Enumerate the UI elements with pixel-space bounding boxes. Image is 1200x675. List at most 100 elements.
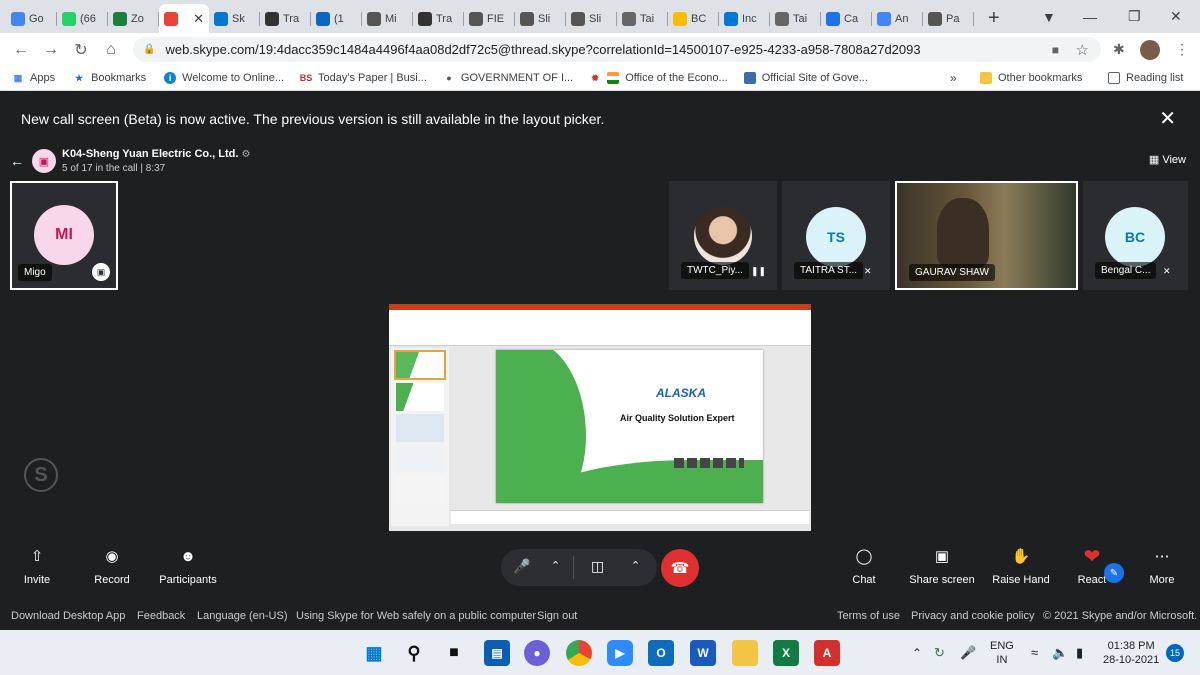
outlook-icon[interactable]: O	[648, 640, 674, 666]
zoom-icon[interactable]: ▶	[607, 640, 633, 666]
battery-icon[interactable]: ▮	[1076, 630, 1083, 675]
browser-tab[interactable]: Sk	[209, 4, 260, 33]
participant-tile[interactable]: TS TAITRA ST... ✕	[782, 181, 890, 290]
browser-tab[interactable]: BC	[668, 4, 719, 33]
browser-tab[interactable]: Inc	[719, 4, 770, 33]
mic-muted-icon[interactable]: 🎤	[513, 558, 530, 575]
browser-tab[interactable]: (1	[311, 4, 362, 33]
new-tab-icon[interactable]: +	[988, 7, 1000, 29]
speaker-muted-icon[interactable]: 🔈	[1052, 630, 1068, 675]
invite-button[interactable]: ⇧ Invite	[22, 548, 52, 586]
participants-button[interactable]: ☻ Participants	[156, 548, 220, 586]
browser-tab[interactable]: Pa	[923, 4, 974, 33]
file-explorer-icon[interactable]	[732, 640, 758, 666]
terms-link[interactable]: Terms of use	[837, 610, 900, 622]
browser-tab[interactable]: Sli	[515, 4, 566, 33]
extensions-icon[interactable]: ✱	[1113, 41, 1125, 58]
browser-tab[interactable]: (66	[57, 4, 108, 33]
download-link[interactable]: Download Desktop App	[11, 610, 125, 622]
browser-tab[interactable]: Tra	[260, 4, 311, 33]
edit-reaction-icon[interactable]: ✎	[1104, 563, 1124, 583]
feedback-link[interactable]: Feedback	[137, 610, 185, 622]
search-icon[interactable]: ⚲	[401, 640, 427, 666]
settings-icon[interactable]: ⚙	[242, 149, 251, 160]
chrome-icon[interactable]	[566, 640, 592, 666]
tray-chevron-icon[interactable]: ⌃	[912, 630, 922, 675]
reading-list[interactable]: Reading list	[1108, 72, 1183, 84]
word-icon[interactable]: W	[690, 640, 716, 666]
mic-tray-icon[interactable]: 🎤	[960, 630, 976, 675]
back-arrow-icon[interactable]: ←	[10, 153, 24, 169]
participant-video-tile[interactable]: GAURAV SHAW	[895, 181, 1078, 290]
bookmark-bookmarks[interactable]: ★ Bookmarks	[73, 72, 146, 84]
url-input[interactable]: 🔒 web.skype.com/19:4dacc359c1484a4496f4a…	[133, 37, 1101, 62]
task-view-icon[interactable]: ■	[441, 640, 467, 666]
home-icon[interactable]: ⌂	[96, 41, 126, 59]
safety-link[interactable]: Using Skype for Web safely on a public c…	[296, 610, 536, 622]
browser-tab[interactable]: Mi	[362, 4, 413, 33]
share-tray-icon[interactable]: ▣	[92, 263, 110, 281]
reload-icon[interactable]: ↻	[66, 40, 96, 60]
more-bookmarks-chevron[interactable]: »	[950, 71, 957, 85]
group-name[interactable]: K04-Sheng Yuan Electric Co., Ltd. ⚙	[62, 148, 250, 160]
sync-icon[interactable]: ↻	[934, 630, 945, 675]
bookmark-apps[interactable]: ▦ Apps	[12, 72, 55, 84]
view-button[interactable]: ▦ View	[1149, 153, 1186, 166]
browser-tab[interactable]: Tra	[413, 4, 464, 33]
acrobat-icon[interactable]: A	[814, 640, 840, 666]
chat-button[interactable]: ◯ Chat	[851, 548, 877, 586]
bookmark-official-site[interactable]: Official Site of Gove...	[743, 72, 868, 84]
clock[interactable]: 01:38 PM 28-10-2021	[1103, 630, 1159, 675]
group-avatar[interactable]: ▣	[32, 149, 56, 173]
language-link[interactable]: Language (en-US)	[197, 610, 288, 622]
participant-tile[interactable]: BC Bengal C... ✕	[1083, 181, 1188, 290]
camera-blocked-icon[interactable]: ■	[1052, 43, 1059, 57]
bookmark-star-icon[interactable]: ☆	[1076, 41, 1089, 59]
notification-badge[interactable]: 15	[1166, 644, 1184, 662]
more-button[interactable]: ⋯ More	[1148, 548, 1176, 586]
wifi-icon[interactable]: ≈	[1031, 630, 1038, 675]
record-button[interactable]: ◉ Record	[92, 548, 132, 586]
mic-options-chevron-icon[interactable]: ⌃	[551, 559, 560, 572]
bookmark-office-econ[interactable]: ✹ Office of the Econo...	[589, 72, 728, 84]
privacy-link[interactable]: Privacy and cookie policy	[911, 610, 1035, 622]
widgets-icon[interactable]: ▤	[484, 640, 510, 666]
browser-tab[interactable]: Zo	[108, 4, 159, 33]
bookmark-welcome[interactable]: i Welcome to Online...	[164, 72, 284, 84]
shared-screen[interactable]: ALASKA Air Quality Solution Expert	[389, 304, 811, 531]
profile-avatar[interactable]	[1140, 39, 1160, 60]
browser-tab[interactable]: An	[872, 4, 923, 33]
video-off-icon[interactable]: ◫	[591, 558, 604, 575]
menu-icon[interactable]: ⋮	[1175, 41, 1189, 58]
tab-search-icon[interactable]: ▼	[1042, 0, 1056, 33]
participant-tile[interactable]: TWTC_Piy... ❚❚	[669, 181, 777, 290]
browser-tab[interactable]: FIE	[464, 4, 515, 33]
signout-link[interactable]: Sign out	[537, 610, 577, 622]
raise-hand-button[interactable]: ✋ Raise Hand	[991, 548, 1051, 586]
browser-tab[interactable]: Sli	[566, 4, 617, 33]
browser-tab[interactable]: Ca	[821, 4, 872, 33]
close-window-icon[interactable]: ✕	[1170, 0, 1182, 33]
browser-tab[interactable]: ✕	[159, 4, 209, 33]
bookmark-government[interactable]: ● GOVERNMENT OF I...	[443, 72, 573, 84]
restore-icon[interactable]: ❐	[1128, 0, 1141, 33]
language-indicator[interactable]: ENG IN	[990, 630, 1014, 675]
browser-tab[interactable]: Tai	[617, 4, 668, 33]
excel-icon[interactable]: X	[773, 640, 799, 666]
other-bookmarks[interactable]: Other bookmarks	[980, 72, 1082, 84]
bookmark-todays-paper[interactable]: BS Today's Paper | Busi...	[300, 72, 427, 84]
hang-up-button[interactable]: ☎	[661, 549, 699, 587]
browser-tab[interactable]: Go	[6, 4, 57, 33]
start-icon[interactable]: ▦	[361, 640, 387, 666]
browser-tab[interactable]: Tai	[770, 4, 821, 33]
close-banner-icon[interactable]: ✕	[1159, 106, 1176, 131]
teams-chat-icon[interactable]: ●	[524, 640, 550, 666]
back-icon[interactable]: ←	[6, 41, 36, 59]
react-button[interactable]: ❤ React	[1076, 547, 1108, 586]
close-tab-icon[interactable]: ✕	[193, 11, 204, 27]
forward-icon[interactable]: →	[36, 41, 66, 59]
minimize-icon[interactable]: —	[1083, 0, 1097, 33]
video-options-chevron-icon[interactable]: ⌃	[631, 559, 640, 572]
self-video-tile[interactable]: MI Migo ▣	[10, 181, 118, 290]
share-screen-button[interactable]: ▣ Share screen	[908, 548, 976, 586]
